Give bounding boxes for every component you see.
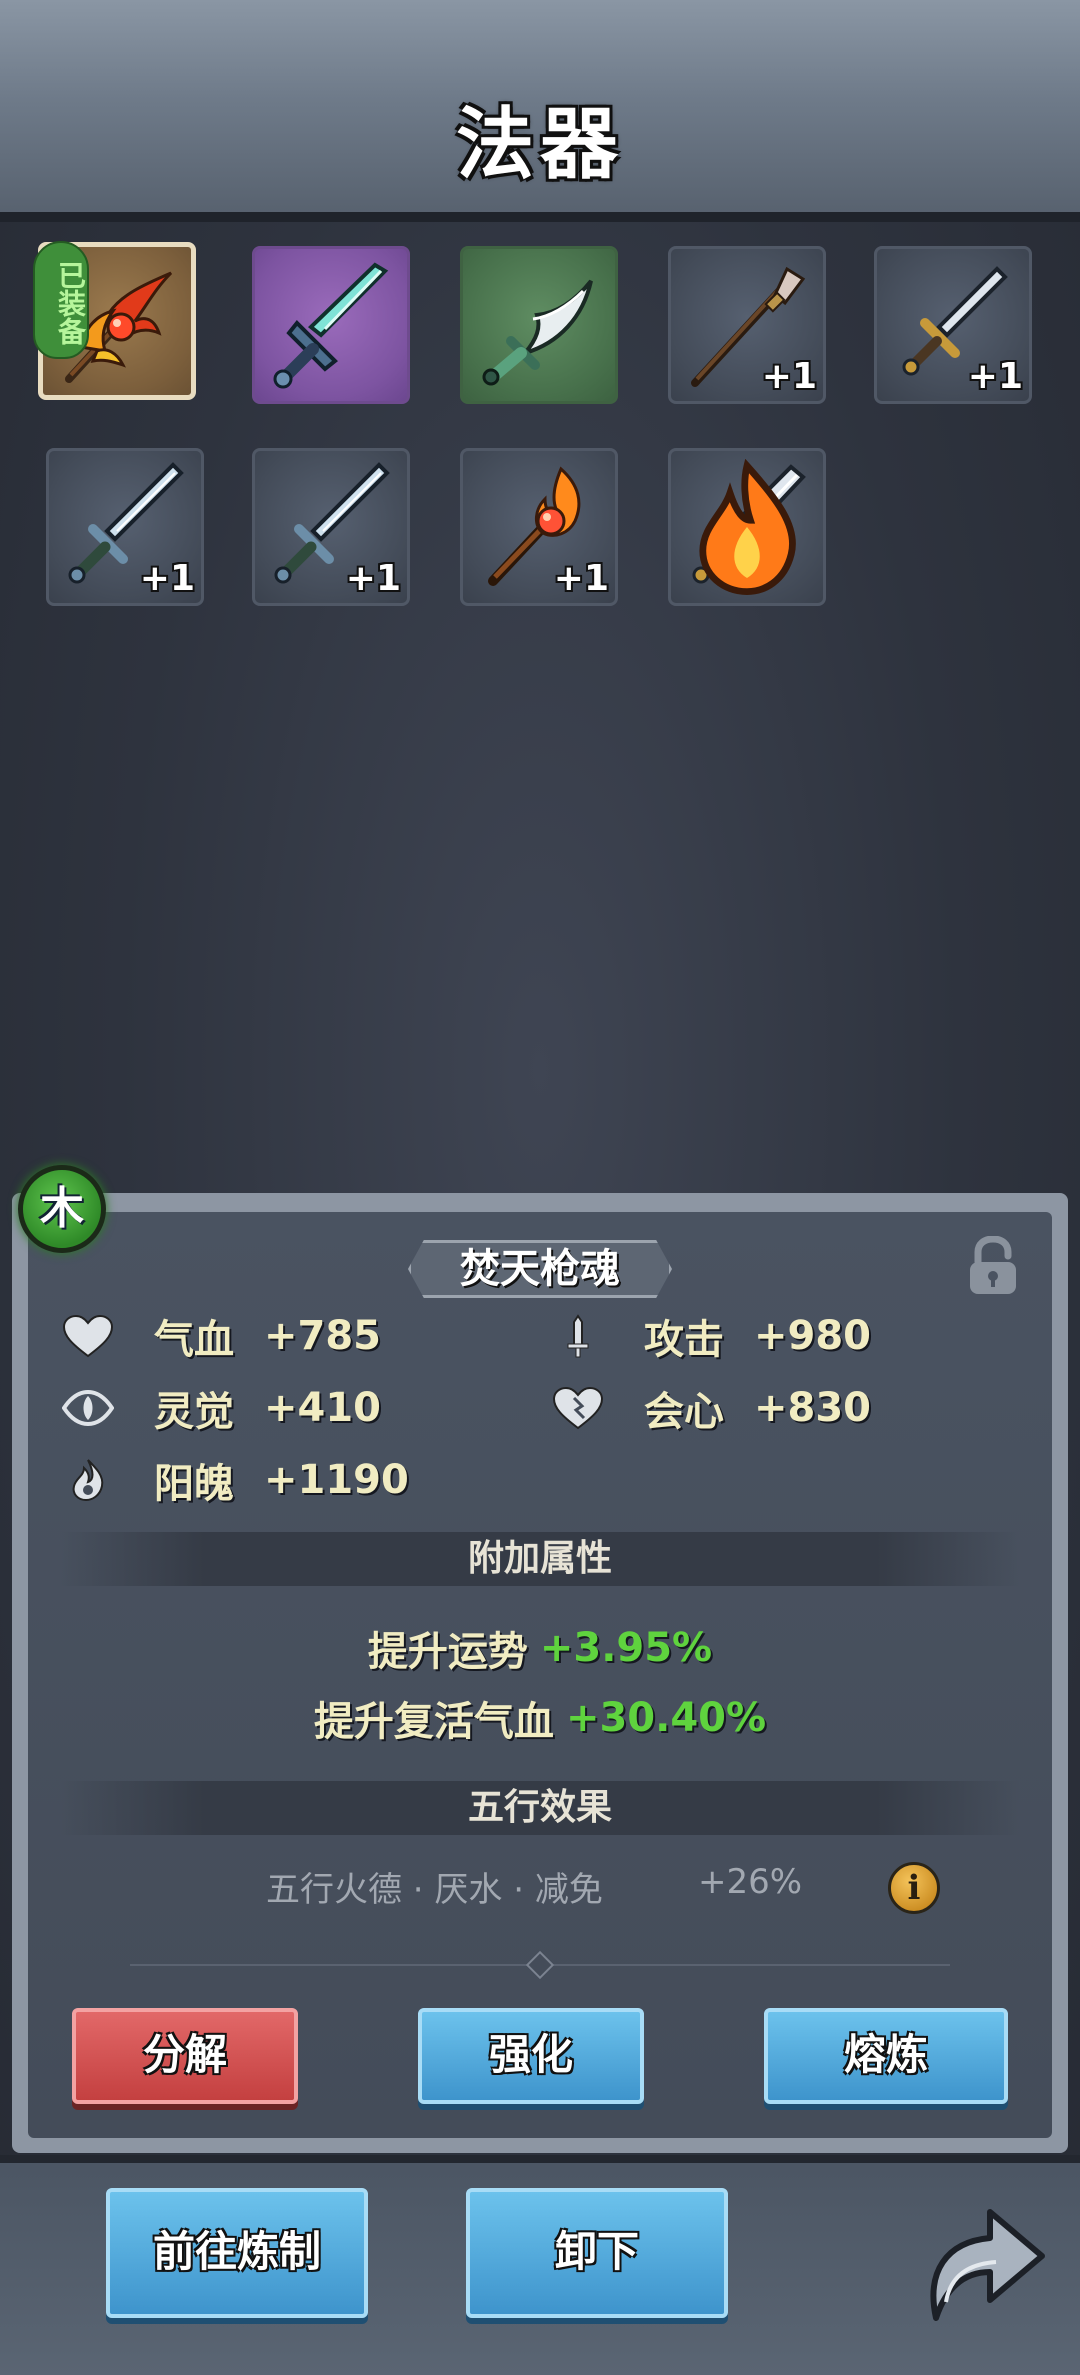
curved-saber-icon xyxy=(482,279,593,386)
info-icon[interactable]: i xyxy=(888,1862,940,1914)
equipped-tag: 已装备 xyxy=(33,241,89,359)
item-slot-purple-sword[interactable] xyxy=(252,246,410,404)
stat-hp: 气血 +785 xyxy=(62,1308,381,1364)
stat-label: 灵觉 xyxy=(154,1389,234,1435)
upgrade-level: +1 xyxy=(345,558,401,599)
item-slot-sword[interactable]: +1 xyxy=(46,448,204,606)
smelt-button[interactable]: 熔炼 xyxy=(764,2008,1008,2104)
extra-attributes-header: 附加属性 xyxy=(60,1532,1020,1586)
extra-attribute-value: +3.95% xyxy=(539,1625,713,1671)
wuxing-effect-text: 五行火德 · 厌水 · 减免 xyxy=(266,1870,603,1910)
unequip-button[interactable]: 卸下 xyxy=(466,2188,728,2318)
stat-attack: 攻击 +980 xyxy=(552,1308,871,1364)
item-slot-equipped-spear[interactable]: 已装备 xyxy=(33,241,196,400)
go-refine-button-label: 前往炼制 xyxy=(152,2227,321,2276)
item-slot-broad-sword[interactable] xyxy=(668,448,826,606)
critical-heart-icon xyxy=(552,1386,604,1430)
heart-icon xyxy=(62,1314,114,1358)
wuxing-header: 五行效果 xyxy=(60,1781,1020,1835)
upgrade-level: +1 xyxy=(761,356,817,397)
stat-spirit: 灵觉 +410 xyxy=(62,1380,381,1436)
stat-value: +785 xyxy=(264,1313,382,1359)
item-slot-green-saber[interactable] xyxy=(460,246,618,404)
stat-label: 会心 xyxy=(644,1389,724,1435)
stat-soul: 阳魄 +1190 xyxy=(62,1452,409,1508)
element-badge: 木 xyxy=(18,1165,106,1253)
extra-attribute-label: 提升运势 xyxy=(367,1629,528,1675)
enhance-button-label: 强化 xyxy=(488,2030,573,2079)
extra-attribute-row: 提升运势 +3.95% xyxy=(0,1618,1080,1678)
upgrade-level: +1 xyxy=(967,356,1023,397)
page-title: 法器 xyxy=(455,100,624,190)
stat-label: 气血 xyxy=(154,1317,234,1363)
stat-value: +410 xyxy=(264,1385,382,1431)
decompose-button-label: 分解 xyxy=(142,2030,227,2079)
decompose-button[interactable]: 分解 xyxy=(72,2008,298,2104)
extra-attribute-row: 提升复活气血 +30.40% xyxy=(0,1688,1080,1748)
smelt-button-label: 熔炼 xyxy=(843,2030,928,2079)
sword-icon xyxy=(567,1314,589,1358)
stat-critical: 会心 +830 xyxy=(552,1380,871,1436)
stat-label: 攻击 xyxy=(644,1317,724,1363)
extra-attribute-value: +30.40% xyxy=(565,1695,767,1741)
item-slot-sword-2[interactable]: +1 xyxy=(252,448,410,606)
jade-sword-icon xyxy=(273,262,389,389)
wuxing-effect-value: +26% xyxy=(698,1862,803,1902)
upgrade-level: +1 xyxy=(139,558,195,599)
spirit-eye-icon xyxy=(62,1389,114,1427)
stat-value: +980 xyxy=(754,1313,872,1359)
soul-flame-icon xyxy=(72,1459,104,1502)
unequip-button-label: 卸下 xyxy=(554,2227,639,2276)
fire-badge-icon xyxy=(699,459,796,595)
enhance-button[interactable]: 强化 xyxy=(418,2008,644,2104)
stat-label: 阳魄 xyxy=(154,1461,234,1507)
item-slot-short-sword[interactable]: +1 xyxy=(874,246,1032,404)
item-slot-spear[interactable]: +1 xyxy=(668,246,826,404)
go-refine-button[interactable]: 前往炼制 xyxy=(106,2188,368,2318)
stat-value: +830 xyxy=(754,1385,872,1431)
unlock-icon[interactable] xyxy=(966,1236,1020,1296)
item-name: 焚天枪魂 xyxy=(408,1240,672,1298)
upgrade-level: +1 xyxy=(553,558,609,599)
item-slot-fire-staff[interactable]: +1 xyxy=(460,448,618,606)
header: 法器 xyxy=(0,0,1080,222)
return-arrow-icon[interactable] xyxy=(916,2192,1048,2328)
stat-value: +1190 xyxy=(264,1457,409,1503)
extra-attribute-label: 提升复活气血 xyxy=(313,1699,554,1745)
